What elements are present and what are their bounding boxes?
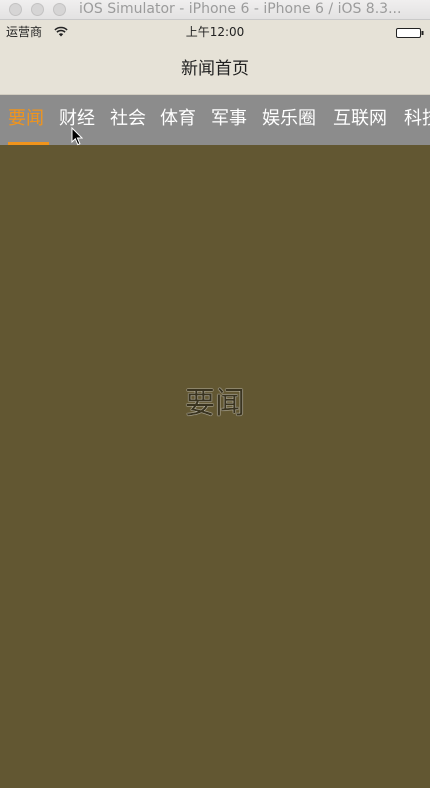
navigation-bar: 新闻首页	[0, 44, 430, 95]
minimize-window-button[interactable]	[31, 3, 44, 16]
mouse-cursor-icon	[71, 127, 83, 146]
status-time: 上午12:00	[185, 25, 245, 39]
battery-icon	[396, 28, 424, 38]
status-bar: 运营商 上午12:00	[0, 20, 430, 44]
page-title: 新闻首页	[181, 59, 249, 79]
channel-content-label: 要闻	[185, 386, 245, 421]
zoom-window-button[interactable]	[53, 3, 66, 16]
tab-yaowen[interactable]: 要闻	[8, 108, 44, 130]
close-window-button[interactable]	[9, 3, 22, 16]
window-title: iOS Simulator - iPhone 6 - iPhone 6 / iO…	[79, 1, 402, 17]
tab-keji[interactable]: 科技	[404, 108, 430, 130]
tab-hulianwang[interactable]: 互联网	[333, 108, 387, 130]
channel-content-area[interactable]: 要闻	[0, 145, 430, 788]
tab-tiyu[interactable]: 体育	[160, 108, 196, 130]
window-titlebar: iOS Simulator - iPhone 6 - iPhone 6 / iO…	[0, 0, 430, 20]
simulator-window: iOS Simulator - iPhone 6 - iPhone 6 / iO…	[0, 0, 430, 788]
tab-junshi[interactable]: 军事	[211, 108, 247, 130]
channel-tab-bar[interactable]: 要闻 财经 社会 体育 军事 娱乐圈 互联网 科技	[0, 95, 430, 145]
tab-yulequan[interactable]: 娱乐圈	[262, 108, 316, 130]
tab-shehui[interactable]: 社会	[110, 108, 146, 130]
